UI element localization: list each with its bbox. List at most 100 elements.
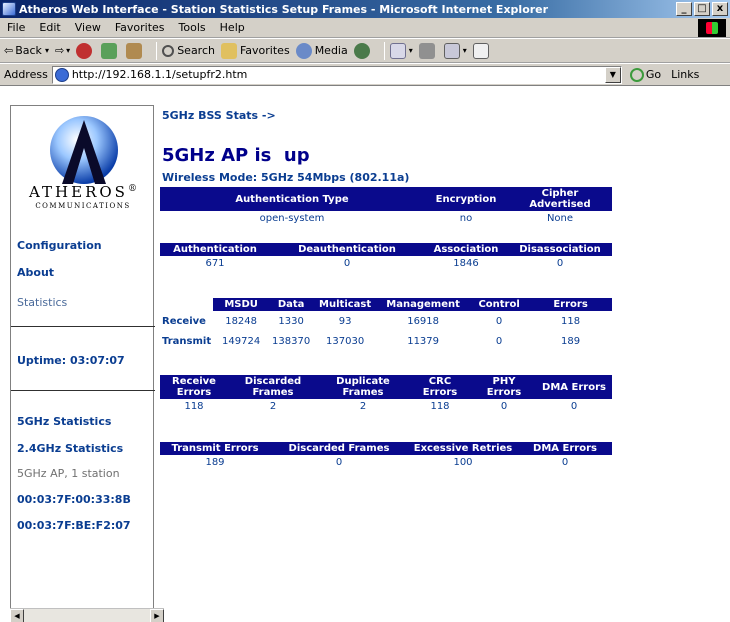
col-header: Data [269, 298, 314, 311]
col-header: Deauthentication [270, 243, 424, 256]
ap-station-label: 5GHz AP, 1 station [17, 467, 120, 480]
history-button[interactable] [353, 42, 373, 59]
col-header: Authentication Type [160, 187, 424, 211]
station-mac-1[interactable]: 00:03:7F:00:33:8B [17, 493, 131, 506]
table-row: Transmit 149724 138370 137030 11379 0 18… [160, 331, 612, 351]
menu-tools[interactable]: Tools [172, 21, 213, 34]
chevron-down-icon: ▾ [408, 46, 413, 55]
col-header: Transmit Errors [160, 442, 270, 455]
edit-button[interactable]: ▾ [443, 42, 467, 59]
nav-configuration[interactable]: Configuration [17, 239, 102, 252]
home-button[interactable] [126, 42, 145, 59]
go-arrow-icon [629, 67, 644, 82]
col-header: Management [377, 298, 470, 311]
stop-button[interactable] [76, 42, 95, 59]
back-button[interactable]: ⇦ Back ▾ [4, 44, 49, 57]
col-header: Multicast [313, 298, 378, 311]
close-button[interactable]: x [712, 2, 728, 16]
minimize-button[interactable]: _ [676, 2, 692, 16]
brand-subtitle: COMMUNICATIONS [35, 202, 131, 210]
discuss-button[interactable] [472, 42, 492, 59]
col-header: Duplicate Frames [318, 375, 408, 399]
col-header: Disassociation [508, 243, 612, 256]
table-cell: 1330 [278, 315, 304, 327]
page-content: ATHEROS® COMMUNICATIONS Configuration Ab… [0, 87, 730, 622]
table-cell: 11379 [407, 335, 440, 347]
print-icon [418, 42, 435, 59]
transmit-errors-table: Transmit Errors Discarded Frames Excessi… [160, 442, 612, 470]
stop-icon [76, 42, 93, 59]
table-row: 671 0 1846 0 [160, 256, 612, 271]
nav-statistics[interactable]: Statistics [17, 296, 67, 309]
windows-logo-icon [698, 19, 726, 37]
back-label: Back [15, 44, 42, 57]
toolbar-separator [156, 41, 158, 60]
table-cell: 0 [561, 457, 569, 468]
chevron-down-icon[interactable]: ▼ [604, 66, 621, 83]
search-button[interactable]: Search [162, 44, 215, 57]
sidebar-frame: ATHEROS® COMMUNICATIONS Configuration Ab… [10, 105, 155, 615]
menu-file[interactable]: File [0, 21, 32, 34]
mail-button[interactable]: ▾ [389, 42, 413, 59]
table-row: open-system no None [160, 211, 612, 226]
edit-icon [443, 42, 460, 59]
table-cell: 189 [561, 335, 581, 347]
table-cell: 2 [269, 401, 277, 412]
station-mac-2[interactable]: 00:03:7F:BE:F2:07 [17, 519, 131, 532]
window-title: Atheros Web Interface - Station Statisti… [19, 2, 549, 16]
forward-button[interactable]: ⇨ ▾ [55, 44, 70, 57]
table-cell: 16918 [407, 315, 440, 327]
divider [11, 326, 155, 327]
table-cell: 2 [359, 401, 367, 412]
nav-5ghz-statistics[interactable]: 5GHz Statistics [17, 415, 111, 428]
address-label: Address [4, 68, 48, 81]
links-button[interactable]: Links [671, 68, 699, 81]
menu-edit[interactable]: Edit [32, 21, 67, 34]
table-row: 189 0 100 0 [160, 455, 612, 470]
print-button[interactable] [418, 42, 438, 59]
window-title-bar: Atheros Web Interface - Station Statisti… [0, 0, 730, 18]
brand-name: ATHEROS® [11, 183, 155, 201]
col-header: PHY Errors [472, 375, 536, 399]
breadcrumb: 5GHz BSS Stats -> [162, 109, 276, 122]
chevron-down-icon: ▾ [462, 46, 467, 55]
col-header: Encryption [424, 187, 508, 211]
table-cell: 0 [495, 335, 503, 347]
col-header: DMA Errors [536, 375, 612, 399]
media-icon [295, 42, 312, 59]
scroll-left-arrow-icon[interactable]: ◀ [10, 609, 24, 622]
ap-status-heading: 5GHz AP is up [162, 145, 310, 166]
address-input[interactable]: http://192.168.1.1/setupfr2.htm ▼ [51, 65, 622, 84]
back-arrow-icon: ⇦ [4, 44, 14, 57]
brand-text: ATHEROS [29, 183, 128, 201]
menu-favorites[interactable]: Favorites [108, 21, 172, 34]
auth-type-table: Authentication Type Encryption Cipher Ad… [160, 187, 612, 226]
nav-24ghz-statistics[interactable]: 2.4GHz Statistics [17, 442, 123, 455]
table-cell: 0 [343, 258, 351, 269]
table-cell: 0 [556, 258, 564, 269]
horizontal-scrollbar[interactable]: ◀ ▶ [10, 608, 164, 622]
table-cell: 18248 [225, 315, 258, 327]
menu-help[interactable]: Help [213, 21, 252, 34]
main-frame: 5GHz BSS Stats -> 5GHz AP is up Wireless… [160, 87, 630, 622]
col-header: Cipher Advertised [508, 187, 612, 211]
go-button[interactable]: Go [629, 67, 661, 82]
nav-about[interactable]: About [17, 266, 54, 279]
row-label: Receive [162, 315, 206, 327]
favorites-icon [220, 42, 237, 59]
menu-view[interactable]: View [68, 21, 108, 34]
toolbar-separator [383, 41, 385, 60]
favorites-button[interactable]: Favorites [220, 42, 290, 59]
col-header: Association [424, 243, 508, 256]
media-button[interactable]: Media [295, 42, 348, 59]
media-label: Media [314, 44, 348, 57]
table-cell: 0 [500, 401, 508, 412]
search-icon [162, 44, 175, 57]
maximize-button[interactable]: □ [694, 2, 710, 16]
table-cell: 0 [335, 457, 343, 468]
refresh-icon [101, 42, 118, 59]
forward-arrow-icon: ⇨ [54, 44, 65, 57]
search-label: Search [177, 44, 215, 57]
refresh-button[interactable] [101, 42, 120, 59]
frames-table: MSDU Data Multicast Management Control E… [160, 298, 612, 351]
